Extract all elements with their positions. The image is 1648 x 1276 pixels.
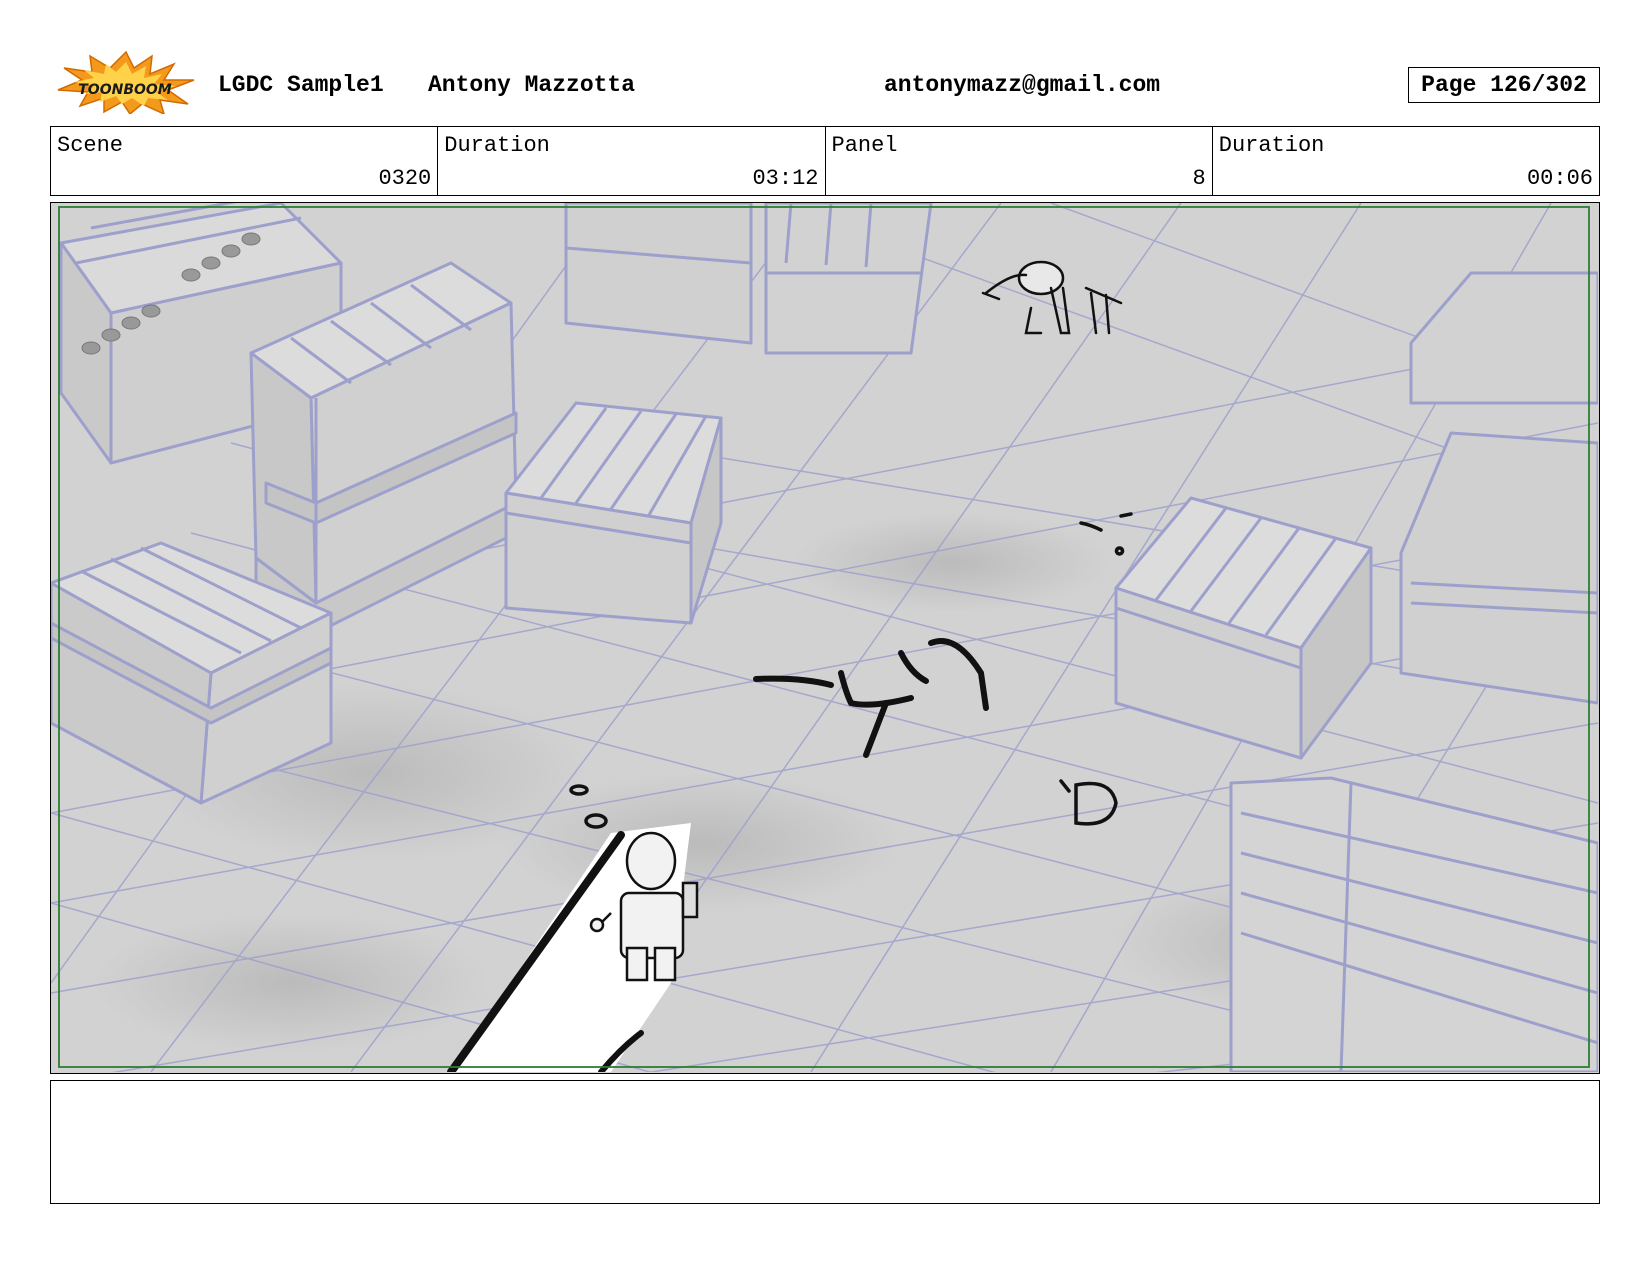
panel-label: Panel bbox=[831, 133, 898, 158]
author-name: Antony Mazzotta bbox=[428, 72, 636, 98]
panel-notes bbox=[50, 1080, 1600, 1204]
scene-label: Scene bbox=[57, 133, 124, 158]
panel-duration-label: Duration bbox=[1218, 133, 1325, 158]
panel-cell: Panel 8 bbox=[826, 127, 1213, 195]
panel-duration-value: 00:06 bbox=[1526, 166, 1593, 191]
scene-cell: Scene 0320 bbox=[51, 127, 439, 195]
toonboom-logo: TOONBOOM bbox=[57, 50, 195, 114]
logo-text: TOONBOOM bbox=[78, 82, 172, 98]
panel-duration-cell: Duration 00:06 bbox=[1213, 127, 1599, 195]
scene-duration-cell: Duration 03:12 bbox=[438, 127, 826, 195]
scene-value: 0320 bbox=[378, 166, 432, 191]
scene-duration-value: 03:12 bbox=[752, 166, 819, 191]
storyboard-panel bbox=[50, 202, 1600, 1074]
panel-value: 8 bbox=[1192, 166, 1206, 191]
scene-duration-label: Duration bbox=[444, 133, 550, 158]
scene-info-table: Scene 0320 Duration 03:12 Panel 8 Durati… bbox=[50, 126, 1600, 196]
panel-artwork bbox=[51, 203, 1598, 1072]
author-email: antonymazz@gmail.com bbox=[884, 72, 1161, 98]
page-header: TOONBOOM LGDC Sample1 Antony Mazzotta an… bbox=[0, 0, 1648, 120]
page-indicator: Page 126/302 bbox=[1408, 67, 1600, 103]
project-title: LGDC Sample1 bbox=[218, 72, 384, 98]
